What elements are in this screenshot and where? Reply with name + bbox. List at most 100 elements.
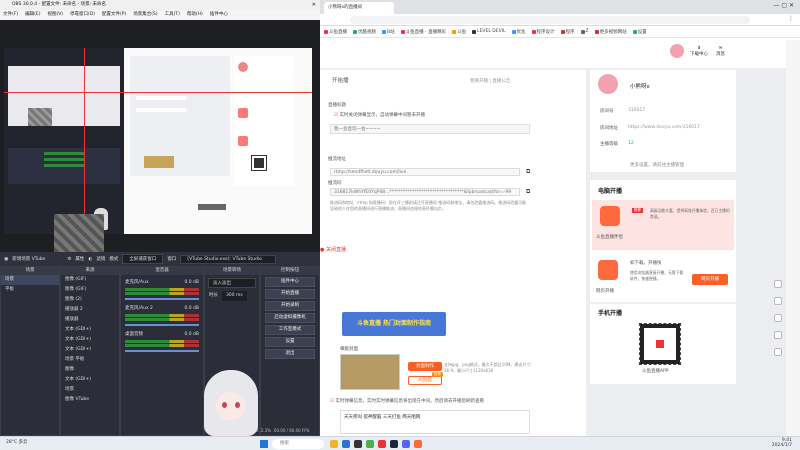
properties-button[interactable]: 属性 bbox=[75, 256, 84, 262]
menu-tools[interactable]: 工具(T) bbox=[165, 10, 180, 20]
make-cover-button[interactable]: 封面制作 bbox=[408, 362, 442, 371]
studio-mode-button[interactable]: 工作室模式 bbox=[265, 325, 315, 335]
guide-banner[interactable]: 斗鱼直播 热门封面制作指南 bbox=[342, 312, 446, 336]
web-stream-button[interactable]: 网页开播 bbox=[692, 274, 728, 285]
cover-image[interactable] bbox=[340, 354, 400, 390]
app-icon[interactable] bbox=[378, 440, 386, 448]
volume-slider[interactable] bbox=[125, 350, 199, 352]
copy-icon[interactable]: ⧉ bbox=[526, 168, 530, 176]
source-item[interactable]: 文本 (GDI+) bbox=[61, 335, 119, 345]
announcement-textarea[interactable]: 天天唠叫 提神醒脑 三天打鱼 两天晒网 bbox=[340, 410, 530, 434]
close-stream-button[interactable]: ● 关闭直播 bbox=[320, 246, 346, 253]
source-item[interactable]: 图像 bbox=[61, 365, 119, 375]
checkbox-realtime[interactable]: ☑ 实时弹幕信息，实时实时弹幕信息将出现在中间，然后请去开播后刷新查看 bbox=[330, 398, 484, 404]
bookmark[interactable]: LEVEL DEVIL bbox=[472, 29, 506, 34]
menu-view[interactable]: 视图(V) bbox=[47, 10, 63, 20]
plugin-center-button[interactable]: 插件中心 bbox=[265, 277, 315, 287]
source-item[interactable]: 文本 (GDI+) bbox=[61, 325, 119, 335]
messages[interactable]: ✉ 消息 bbox=[716, 46, 725, 57]
start-recording-button[interactable]: 开始录制 bbox=[265, 301, 315, 311]
menu-scene-collection[interactable]: 场景集合(S) bbox=[133, 10, 157, 20]
source-item[interactable]: 场景 平板 bbox=[61, 355, 119, 365]
close-icon[interactable]: ✕ bbox=[312, 0, 316, 10]
scene-item[interactable]: 场景 bbox=[1, 275, 59, 285]
bookmark[interactable]: 优化 bbox=[511, 29, 526, 35]
feedback-icon[interactable] bbox=[774, 314, 782, 322]
douyu-icon[interactable] bbox=[414, 440, 422, 448]
settings-button[interactable]: 设置 bbox=[265, 337, 315, 347]
transition-select[interactable]: 淡入淡出 bbox=[208, 278, 256, 288]
source-item[interactable]: 场景 bbox=[61, 385, 119, 395]
virtual-camera-button[interactable]: 启动虚拟摄像机 bbox=[265, 313, 315, 323]
menu-docks[interactable]: 停靠窗口(D) bbox=[70, 10, 95, 20]
window-select[interactable]: [VTube Studio.exe]: VTube Studio bbox=[180, 254, 277, 264]
tab-right-links[interactable]: 我要开播 | 直播公告 bbox=[470, 78, 510, 84]
bookmark[interactable]: 斗鱼直播 bbox=[324, 29, 347, 35]
menu-plugins[interactable]: 插件中心 bbox=[210, 10, 228, 20]
filter-button[interactable]: 滤镜 bbox=[96, 256, 105, 262]
avatar[interactable] bbox=[670, 44, 684, 58]
clock[interactable]: 9:41 2024/1/7 bbox=[772, 438, 792, 448]
bookmark[interactable]: 设置 bbox=[632, 29, 647, 35]
chrome-icon[interactable] bbox=[366, 440, 374, 448]
source-item[interactable]: 图像 VTube bbox=[61, 395, 119, 405]
scene-item[interactable]: 平板 bbox=[1, 285, 59, 295]
companion-app-item[interactable]: 斗鱼直播伴侣 推荐 高级功能丰富，提供高效开播体验，百万主播的首选。 bbox=[592, 200, 734, 250]
profile-avatar[interactable] bbox=[598, 74, 618, 94]
file-explorer-icon[interactable] bbox=[330, 440, 338, 448]
volume-slider[interactable] bbox=[125, 324, 199, 326]
source-item[interactable]: 播放器 bbox=[61, 315, 119, 325]
obs-icon[interactable] bbox=[354, 440, 362, 448]
bookmark[interactable]: 程序设计 bbox=[531, 29, 555, 35]
exit-button[interactable]: 退出 bbox=[265, 349, 315, 359]
edge-icon[interactable] bbox=[342, 440, 350, 448]
start-icon[interactable] bbox=[260, 440, 268, 448]
start-streaming-button[interactable]: 开始直播 bbox=[265, 289, 315, 299]
steam-icon[interactable] bbox=[390, 440, 398, 448]
download-center[interactable]: ⬇ 下载中心 bbox=[690, 46, 708, 57]
bookmark[interactable]: B站 bbox=[382, 29, 395, 35]
window-controls[interactable]: — ▢ ✕ bbox=[773, 2, 794, 9]
discord-icon[interactable] bbox=[402, 440, 410, 448]
bookmark[interactable]: 更多视频网站 bbox=[594, 29, 627, 35]
guide-icon[interactable] bbox=[774, 297, 782, 305]
obs-preview[interactable] bbox=[0, 20, 320, 252]
scrollbar[interactable] bbox=[786, 40, 800, 436]
more-icon[interactable]: ⋮ bbox=[788, 15, 794, 22]
search-box[interactable]: 搜索 bbox=[272, 439, 324, 449]
address-bar[interactable]: ⋮ bbox=[320, 14, 800, 26]
customer-service-icon[interactable] bbox=[774, 280, 782, 288]
source-item[interactable]: 图像 (2) bbox=[61, 295, 119, 305]
copy-icon[interactable]: ⧉ bbox=[526, 188, 530, 196]
bookmark[interactable]: Z bbox=[580, 29, 589, 34]
top-icon[interactable] bbox=[774, 348, 782, 356]
menu-file[interactable]: 文件(F) bbox=[3, 10, 18, 20]
source-item[interactable]: 图像 (GIF) bbox=[61, 285, 119, 295]
bookmark[interactable]: 斗鱼 bbox=[452, 29, 466, 35]
duration-input[interactable]: 300 ms bbox=[222, 291, 247, 301]
checkbox-barrage[interactable]: ☑ 实时关闭弹幕显示，自动弹幕中间暂未开播 bbox=[334, 112, 425, 118]
rtmp-input[interactable]: rtmp://sendfhetl.douyu.com/live bbox=[330, 168, 520, 176]
source-item[interactable]: 播放器 2 bbox=[61, 305, 119, 315]
bookmark[interactable]: 程序 bbox=[560, 29, 575, 35]
menu-edit[interactable]: 编辑(E) bbox=[25, 10, 40, 20]
bookmark[interactable]: 斗鱼直播 - 直播精彩 bbox=[400, 29, 446, 35]
source-item[interactable]: 文本 (GDI+) bbox=[61, 345, 119, 355]
menu-profile[interactable]: 配置文件(P) bbox=[102, 10, 126, 20]
stream-key-input[interactable]: 318817kWhYfE0YqP48...*******************… bbox=[330, 188, 520, 196]
more-settings-link[interactable]: 更多设置，请前往主播管理 bbox=[630, 162, 684, 168]
tab-start-stream[interactable]: 开始播 bbox=[332, 76, 349, 84]
source-item[interactable]: 图像 (GIF) bbox=[61, 275, 119, 285]
ai-cover-button[interactable]: AI封面 bbox=[408, 376, 442, 385]
url-field[interactable] bbox=[350, 16, 750, 24]
volume-slider[interactable] bbox=[125, 298, 199, 300]
weather-widget[interactable]: 28°C 多云 bbox=[6, 439, 28, 445]
tab-active[interactable]: 小熊呀x的直播间 bbox=[324, 2, 394, 14]
title-input[interactable]: 我一会直玩一会~~~~ bbox=[330, 124, 530, 134]
mode-select[interactable]: 全屏捕获窗口 bbox=[122, 254, 164, 264]
source-item[interactable]: 文本 (GDI+) bbox=[61, 375, 119, 385]
bookmark[interactable]: 优酷视频 bbox=[353, 29, 376, 35]
menu-help[interactable]: 帮助(H) bbox=[187, 10, 203, 20]
help-icon[interactable] bbox=[774, 331, 782, 339]
filter-icon[interactable]: ◐ bbox=[88, 257, 92, 262]
